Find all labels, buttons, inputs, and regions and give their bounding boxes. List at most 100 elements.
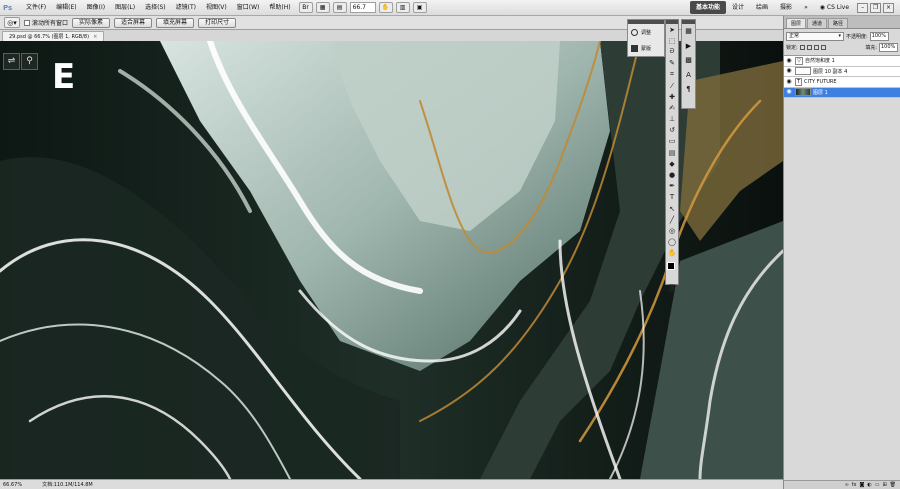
shape-tool-icon[interactable]: ╱ bbox=[666, 214, 678, 225]
history-brush-tool-icon[interactable]: ↺ bbox=[666, 125, 678, 136]
layer-row[interactable]: ◉ ▽ 自然饱和度 1 bbox=[784, 56, 900, 67]
workspace-design[interactable]: 设计 bbox=[726, 1, 750, 14]
tab-channels[interactable]: 通道 bbox=[807, 18, 828, 28]
visibility-eye-icon[interactable]: ◉ bbox=[785, 88, 793, 96]
lasso-tool-icon[interactable]: ᘐ bbox=[666, 46, 678, 57]
menu-help[interactable]: 帮助(H) bbox=[264, 0, 295, 16]
eraser-tool-icon[interactable]: ▭ bbox=[666, 136, 678, 147]
cs-live-button[interactable]: ◉ CS Live bbox=[814, 1, 855, 14]
hand-tool-icon[interactable]: ✋ bbox=[666, 248, 678, 259]
tab-layers[interactable]: 图层 bbox=[786, 18, 807, 28]
opacity-field[interactable]: 100% bbox=[869, 32, 889, 41]
menu-layer[interactable]: 图层(L) bbox=[110, 0, 140, 16]
quick-mask-icon[interactable]: ◙ bbox=[666, 282, 678, 293]
delete-layer-icon[interactable]: 🗑 bbox=[890, 482, 896, 488]
menu-bar: Ps 文件(F) 编辑(E) 图像(I) 图层(L) 选择(S) 滤镜(T) 视… bbox=[0, 0, 900, 16]
pen-tool-icon[interactable]: ✒ bbox=[666, 181, 678, 192]
marquee-tool-icon[interactable]: ⬚ bbox=[666, 35, 678, 46]
dodge-tool-icon[interactable]: ● bbox=[666, 169, 678, 180]
3d-orbit-tool-icon[interactable]: ◯ bbox=[666, 237, 678, 248]
workspace-painting[interactable]: 绘画 bbox=[750, 1, 774, 14]
layer-name: 自然饱和度 1 bbox=[805, 58, 835, 65]
menu-image[interactable]: 图像(I) bbox=[82, 0, 110, 16]
view-extras-icon[interactable]: ▤ bbox=[332, 2, 347, 13]
3d-rotate-tool-icon[interactable]: ◎ bbox=[666, 225, 678, 236]
swatches-panel-icon[interactable]: ▩ bbox=[682, 53, 695, 68]
lock-all-icon[interactable] bbox=[820, 45, 826, 50]
menu-file[interactable]: 文件(F) bbox=[21, 0, 51, 16]
new-group-icon[interactable]: ▭ bbox=[875, 482, 880, 488]
paragraph-panel-icon[interactable]: ¶ bbox=[682, 82, 695, 97]
sliders-icon[interactable]: ⇌ bbox=[3, 53, 20, 70]
lock-pixels-icon[interactable] bbox=[806, 45, 812, 50]
canvas-letter: E bbox=[52, 57, 76, 97]
scroll-all-windows-label: 滚动所有窗口 bbox=[32, 20, 69, 27]
tab-paths[interactable]: 路径 bbox=[828, 18, 849, 28]
zoom-tool-preset-icon[interactable]: ◎▾ bbox=[4, 17, 20, 28]
fill-field[interactable]: 100% bbox=[879, 43, 898, 52]
layer-style-icon[interactable]: fx bbox=[852, 482, 857, 488]
adjustments-item[interactable]: 调整 bbox=[628, 24, 664, 40]
visibility-eye-icon[interactable]: ◉ bbox=[785, 67, 793, 75]
workspace-essentials[interactable]: 基本功能 bbox=[690, 1, 727, 14]
quick-select-tool-icon[interactable]: ✎ bbox=[666, 58, 678, 69]
type-tool-icon[interactable]: T bbox=[666, 192, 678, 203]
close-icon[interactable]: × bbox=[883, 2, 895, 13]
print-size-button[interactable]: 打印尺寸 bbox=[198, 17, 237, 28]
add-mask-icon[interactable]: ◙ bbox=[859, 482, 864, 488]
move-tool-icon[interactable]: ➤ bbox=[666, 24, 678, 35]
path-selection-tool-icon[interactable]: ↖ bbox=[666, 203, 678, 214]
options-bar: ◎▾ 滚动所有窗口 实际像素 适合屏幕 填充屏幕 打印尺寸 bbox=[0, 16, 900, 30]
zoom-level-field[interactable]: 66.7 bbox=[349, 2, 376, 13]
document-tab[interactable]: 29.psd @ 66.7% (图层 1, RGB/8) × bbox=[2, 31, 105, 41]
foreground-color-swatch[interactable] bbox=[667, 262, 675, 270]
minimize-icon[interactable]: – bbox=[857, 2, 869, 13]
visibility-eye-icon[interactable]: ◉ bbox=[785, 78, 793, 86]
arrange-documents-icon[interactable]: ▥ bbox=[395, 2, 410, 13]
lock-transparency-icon[interactable] bbox=[799, 45, 805, 50]
lock-position-icon[interactable] bbox=[813, 45, 819, 50]
canvas-overlay-tools: ⇌ ⚲ bbox=[3, 53, 38, 70]
character-panel-icon[interactable]: A bbox=[682, 68, 695, 83]
actions-panel-icon[interactable]: ▶ bbox=[682, 39, 695, 54]
layer-row[interactable]: ◉ T CITY FUTURE bbox=[784, 77, 900, 88]
layer-row-selected[interactable]: ◉ 图层 1 bbox=[784, 87, 900, 98]
status-zoom[interactable]: 66.67% bbox=[3, 482, 22, 488]
cs-live-label: CS Live bbox=[826, 4, 850, 11]
menu-window[interactable]: 窗口(W) bbox=[232, 0, 265, 16]
restore-icon[interactable]: ❐ bbox=[870, 2, 882, 13]
workspace-photography[interactable]: 摄影 bbox=[774, 1, 798, 14]
layers-panel-tabs: 图层 通道 路径 bbox=[784, 16, 900, 29]
new-adjustment-icon[interactable]: ◐ bbox=[867, 482, 871, 488]
history-panel-icon[interactable]: ▦ bbox=[682, 24, 695, 39]
puppet-pin-icon[interactable]: ⚲ bbox=[21, 53, 38, 70]
masks-item[interactable]: 蒙版 bbox=[628, 40, 664, 56]
blur-tool-icon[interactable]: ◆ bbox=[666, 158, 678, 169]
screen-mode-icon[interactable]: ▣ bbox=[412, 2, 427, 13]
mini-bridge-icon[interactable]: ▦ bbox=[315, 2, 330, 13]
healing-brush-tool-icon[interactable]: ✚ bbox=[666, 91, 678, 102]
menu-filter[interactable]: 滤镜(T) bbox=[171, 0, 201, 16]
actual-pixels-button[interactable]: 实际像素 bbox=[72, 17, 111, 28]
brush-tool-icon[interactable]: ✍ bbox=[666, 102, 678, 113]
close-tab-icon[interactable]: × bbox=[93, 34, 97, 40]
menu-edit[interactable]: 编辑(E) bbox=[51, 0, 81, 16]
adjustments-panel: 调整 蒙版 bbox=[627, 19, 665, 57]
scroll-all-windows-checkbox[interactable]: 滚动所有窗口 bbox=[24, 18, 68, 27]
fill-screen-button[interactable]: 填充屏幕 bbox=[156, 17, 195, 28]
crop-tool-icon[interactable]: ⌗ bbox=[666, 69, 678, 80]
link-layers-icon[interactable]: ∞ bbox=[845, 482, 849, 488]
visibility-eye-icon[interactable]: ◉ bbox=[785, 57, 793, 65]
layer-row[interactable]: ◉ 图层 10 副本 4 bbox=[784, 67, 900, 77]
more-workspaces-icon[interactable]: » bbox=[798, 1, 814, 14]
fit-screen-button[interactable]: 适合屏幕 bbox=[114, 17, 153, 28]
clone-stamp-tool-icon[interactable]: ⊥ bbox=[666, 114, 678, 125]
menu-view[interactable]: 视图(V) bbox=[201, 0, 232, 16]
hand-tool-icon[interactable]: ✋ bbox=[378, 2, 393, 13]
eyedropper-tool-icon[interactable]: ⁄ bbox=[666, 80, 678, 91]
gradient-tool-icon[interactable]: ▤ bbox=[666, 147, 678, 158]
bridge-icon[interactable]: Br bbox=[298, 2, 313, 13]
menu-select[interactable]: 选择(S) bbox=[140, 0, 171, 16]
new-layer-icon[interactable]: ⊞ bbox=[882, 482, 886, 488]
blend-mode-select[interactable]: 正常 ▾ bbox=[786, 32, 844, 41]
